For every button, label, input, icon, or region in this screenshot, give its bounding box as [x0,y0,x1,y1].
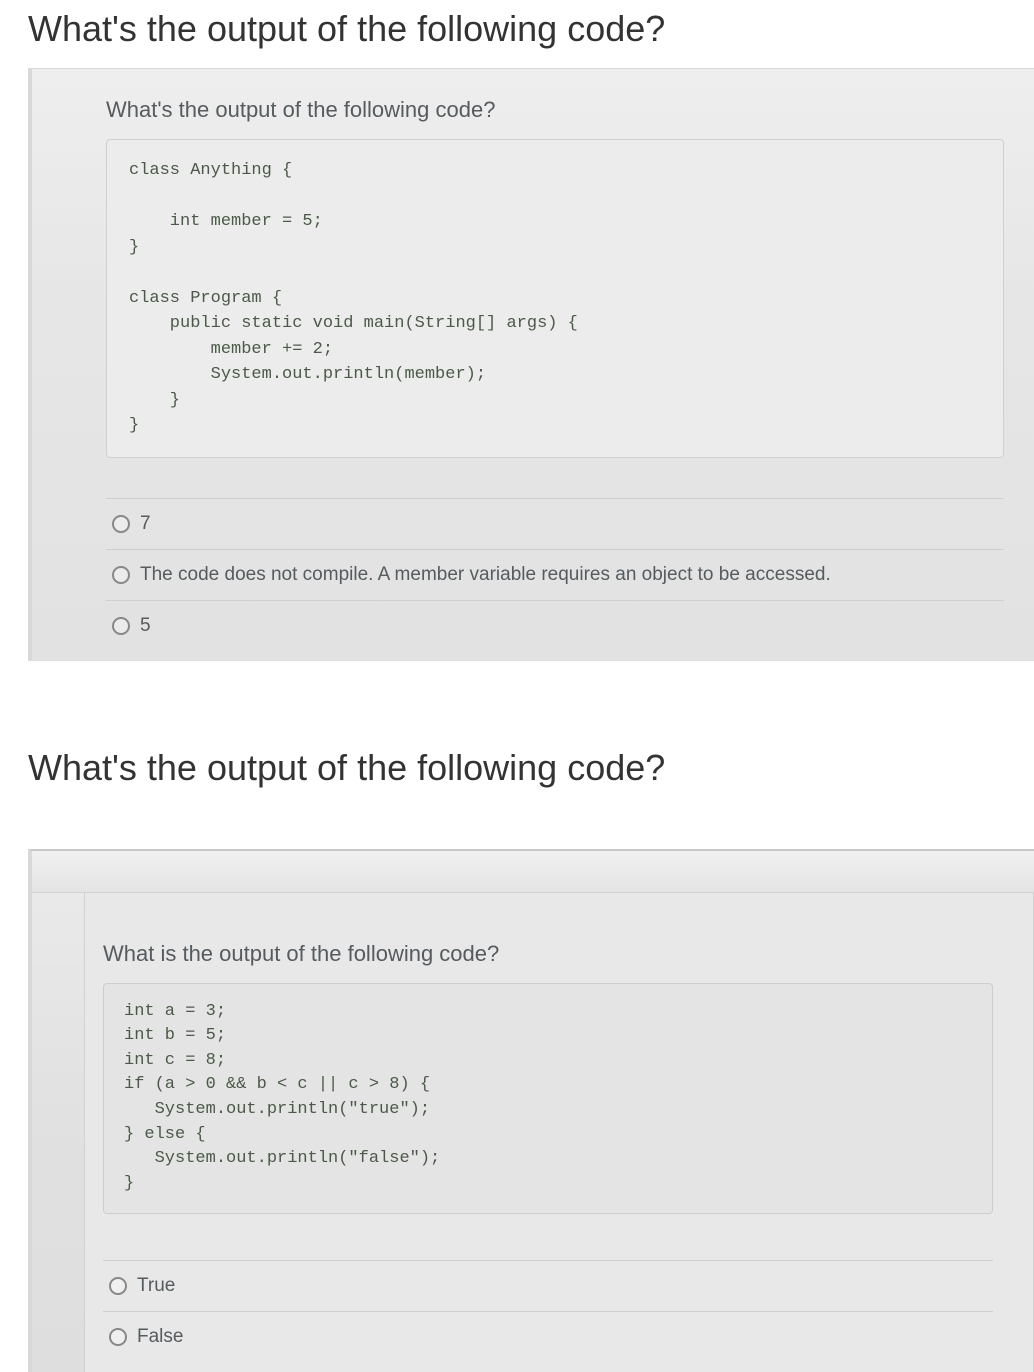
q2-code-block: int a = 3; int b = 5; int c = 8; if (a >… [103,983,993,1214]
q2-options: True False [103,1260,993,1362]
radio-icon [112,566,130,584]
q1-outer-heading: What's the output of the following code? [0,0,1034,68]
q1-option-1[interactable]: The code does not compile. A member vari… [106,549,1004,600]
q1-options: 7 The code does not compile. A member va… [106,498,1004,651]
option-label: True [137,1275,175,1297]
radio-icon [109,1277,127,1295]
q2-option-0[interactable]: True [103,1260,993,1311]
q2-prompt: What is the output of the following code… [103,941,993,983]
radio-icon [109,1328,127,1346]
radio-icon [112,515,130,533]
q1-inner: What's the output of the following code?… [96,69,1034,661]
q1-option-0[interactable]: 7 [106,498,1004,549]
q2-card: What is the output of the following code… [28,849,1034,1372]
q1-prompt: What's the output of the following code? [106,97,1004,139]
q1-code-block: class Anything { int member = 5; } class… [106,139,1004,458]
q1-card: What's the output of the following code?… [28,68,1034,661]
q1-option-2[interactable]: 5 [106,600,1004,651]
q2-inner: What is the output of the following code… [84,893,1034,1372]
q2-topbar [32,851,1034,893]
option-label: False [137,1326,183,1348]
option-label: 7 [140,513,151,535]
q2-outer-heading: What's the output of the following code? [0,739,1034,807]
radio-icon [112,617,130,635]
option-label: 5 [140,615,151,637]
q2-option-1[interactable]: False [103,1311,993,1362]
option-label: The code does not compile. A member vari… [140,564,831,586]
